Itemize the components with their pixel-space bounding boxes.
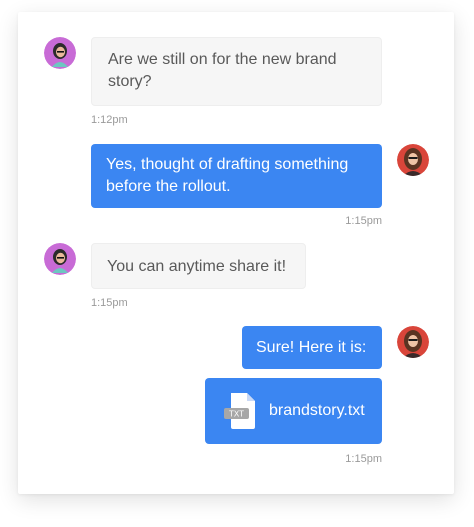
txt-file-icon: TXT xyxy=(223,391,261,431)
incoming-message-bubble[interactable]: You can anytime share it! xyxy=(91,243,306,289)
user-avatar[interactable] xyxy=(397,326,429,358)
message-text: Sure! Here it is: xyxy=(256,339,367,356)
file-name: brandstory.txt xyxy=(269,402,365,419)
user-avatar[interactable] xyxy=(397,144,429,176)
message-timestamp: 1:15pm xyxy=(345,453,382,465)
message-text: You can anytime share it! xyxy=(107,258,287,275)
outgoing-message-bubble[interactable]: Sure! Here it is: xyxy=(242,326,382,369)
message-text: Are we still on for the new brand story? xyxy=(108,51,337,90)
file-type-badge: TXT xyxy=(229,410,244,419)
message-timestamp: 1:12pm xyxy=(91,114,128,126)
message-timestamp: 1:15pm xyxy=(91,297,128,309)
contact-avatar[interactable] xyxy=(44,37,76,69)
outgoing-message-bubble[interactable]: Yes, thought of drafting something befor… xyxy=(91,144,382,208)
file-attachment-bubble[interactable]: TXT brandstory.txt xyxy=(205,378,382,444)
message-text: Yes, thought of drafting something befor… xyxy=(106,156,349,195)
contact-avatar[interactable] xyxy=(44,243,76,275)
incoming-message-bubble[interactable]: Are we still on for the new brand story? xyxy=(91,37,382,106)
message-timestamp: 1:15pm xyxy=(345,215,382,227)
